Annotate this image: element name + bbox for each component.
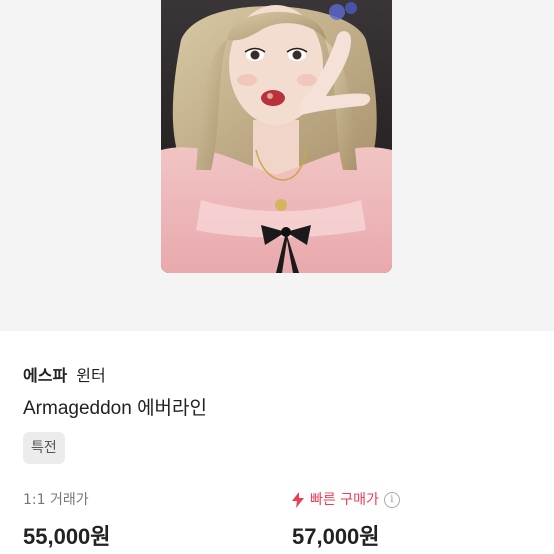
fast-price-block: 빠른 구매가 i 57,000원 xyxy=(292,489,400,551)
product-brand[interactable]: 에스파 윈터 xyxy=(23,362,106,386)
trade-price-label: 1:1 거래가 xyxy=(23,492,89,508)
fast-price-label: 빠른 구매가 xyxy=(310,492,379,508)
group-name[interactable]: 에스파 xyxy=(23,366,67,385)
product-title: Armageddon 에버라인 xyxy=(23,398,207,419)
member-name[interactable]: 윈터 xyxy=(76,366,105,385)
product-photo[interactable] xyxy=(161,0,392,273)
product-image-area xyxy=(0,0,554,331)
fast-price-label-row: 빠른 구매가 i xyxy=(292,489,400,511)
fast-price-value: 57,000원 xyxy=(292,524,380,549)
product-tag: 특전 xyxy=(23,432,65,464)
lightning-icon xyxy=(292,492,304,508)
photocard-image xyxy=(161,0,392,273)
trade-price-value: 55,000원 xyxy=(23,524,111,549)
trade-price-block: 1:1 거래가 55,000원 xyxy=(23,489,111,551)
info-icon[interactable]: i xyxy=(383,492,400,508)
